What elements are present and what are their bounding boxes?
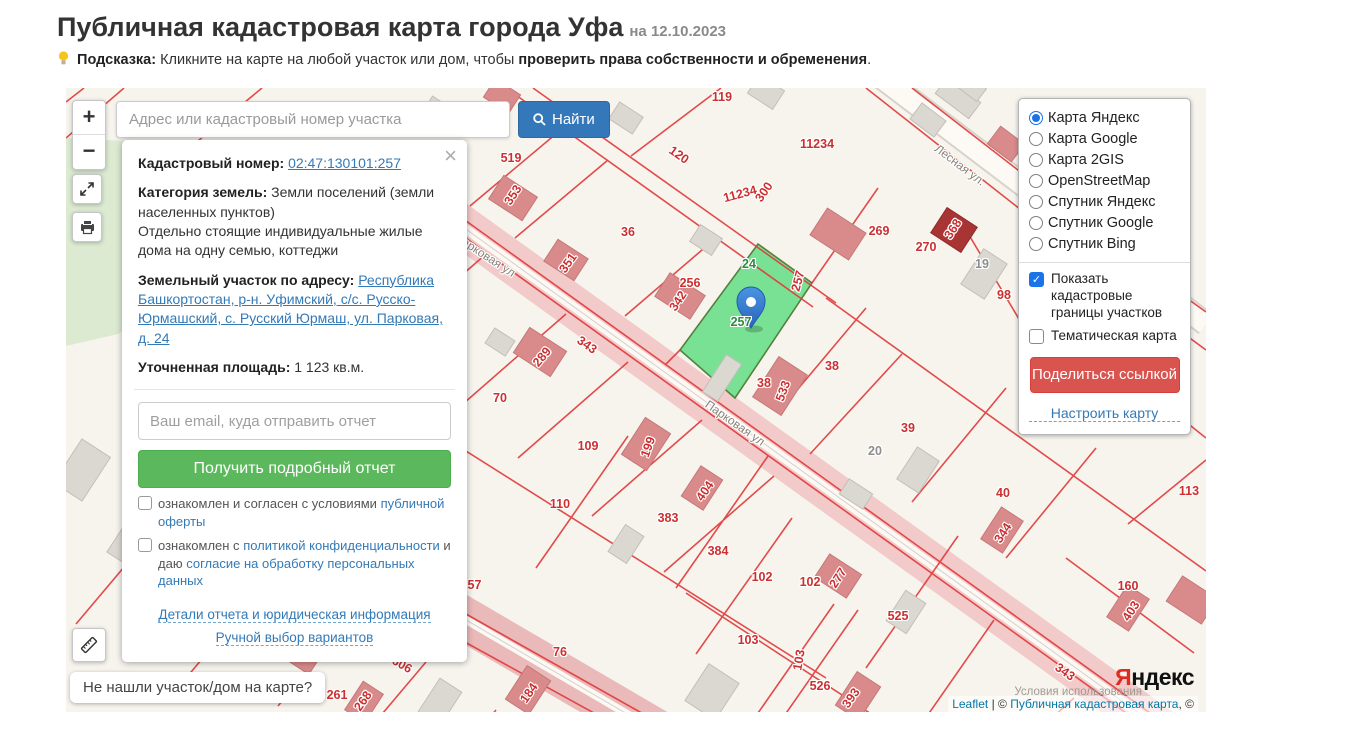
parcel-label: 256 (679, 276, 701, 290)
parcel-label: 110 (549, 497, 571, 511)
layer-option-3[interactable]: OpenStreetMap (1029, 171, 1180, 191)
hint-label: Подсказка: (77, 52, 157, 68)
print-button[interactable] (72, 212, 102, 242)
layers-panel: Карта Яндекс Карта Google Карта 2GIS OpenSt… (1018, 98, 1191, 435)
parcel-label: 102 (751, 570, 773, 584)
checkbox-icon[interactable] (1029, 328, 1044, 344)
parcel-label: 160 (1117, 579, 1139, 593)
zoom-out-button[interactable]: − (73, 135, 105, 169)
parcel-label: 24 (742, 257, 756, 271)
layer-option-4[interactable]: Спутник Яндекс (1029, 192, 1180, 212)
hint-text: Кликните на карте на любой участок или д… (156, 52, 519, 68)
radio-icon[interactable] (1029, 153, 1043, 167)
parcel-label: 11234 (799, 137, 835, 151)
parcel-label: 38 (825, 359, 839, 373)
area-row: Уточненная площадь: 1 123 кв.м. (138, 358, 365, 375)
overlay-checkbox-1[interactable]: Тематическая карта (1029, 328, 1180, 345)
parcel-label: 38 (757, 376, 771, 390)
ruler-icon (80, 636, 98, 654)
overlay-options: Показать кадастровые границы участков Тем… (1029, 271, 1180, 345)
privacy-agree-row: ознакомлен с политикой конфиденциальност… (138, 537, 451, 590)
parcel-label: 20 (868, 444, 882, 458)
search-button[interactable]: Найти (518, 101, 610, 138)
parcel-label: 526 (809, 679, 831, 693)
page-title-text: Публичная кадастровая карта города Уфа (57, 12, 624, 42)
checkbox-icon[interactable] (1029, 272, 1044, 287)
parcel-label: 109 (577, 439, 599, 453)
hint-line: Подсказка: Кликните на карте на любой уч… (58, 51, 871, 70)
layer-option-0[interactable]: Карта Яндекс (1029, 108, 1180, 128)
radio-icon[interactable] (1029, 111, 1043, 125)
hint-bold-text: проверить права собственности и обремене… (518, 52, 868, 68)
parcel-label: 113 (1178, 484, 1200, 498)
parcel-label: 103 (737, 633, 759, 647)
parcel-label: 261 (326, 688, 348, 702)
privacy-checkbox[interactable] (138, 538, 152, 553)
cadastral-number-row: Кадастровый номер: 02:47:130101:257 (138, 155, 401, 171)
map-attribution: Leaflet | © Публичная кадастровая карта,… (948, 696, 1198, 712)
parcel-label: 269 (868, 224, 890, 238)
layer-option-2[interactable]: Карта 2GIS (1029, 150, 1180, 170)
radio-icon[interactable] (1029, 216, 1043, 230)
fullscreen-button[interactable] (72, 174, 102, 204)
get-report-button[interactable]: Получить подробный отчет (138, 450, 451, 489)
parcel-label: 76 (553, 645, 567, 659)
manual-select-link[interactable]: Ручной выбор вариантов (215, 629, 374, 646)
search-input[interactable] (116, 101, 510, 138)
lightbulb-icon (58, 51, 69, 70)
land-category-row: Категория земель: Земли поселений (земли… (138, 184, 435, 259)
report-details-link[interactable]: Детали отчета и юридическая информация (158, 606, 431, 623)
parcel-label: 39 (901, 421, 915, 435)
layer-option-6[interactable]: Спутник Bing (1029, 234, 1180, 254)
leaflet-link[interactable]: Leaflet (952, 697, 988, 711)
parcel-label: 257 (730, 315, 752, 329)
email-field[interactable] (138, 402, 451, 441)
zoom-in-button[interactable]: + (73, 101, 105, 135)
parcel-label: 119 (711, 90, 733, 104)
parcel-label: 40 (996, 486, 1010, 500)
layer-option-1[interactable]: Карта Google (1029, 129, 1180, 149)
privacy-link[interactable]: политикой конфиденциальности (243, 538, 440, 553)
yandex-logo: Яндекс (1115, 664, 1194, 690)
page-title: Публичная кадастровая карта города Уфа на… (57, 12, 726, 43)
parcel-label: 270 (915, 240, 937, 254)
map-settings-link[interactable]: Настроить карту (1029, 405, 1180, 422)
layer-option-5[interactable]: Спутник Google (1029, 213, 1180, 233)
parcel-label: 70 (493, 391, 507, 405)
page-title-date: на 12.10.2023 (629, 23, 727, 40)
zoom-control: + − (72, 100, 106, 170)
pkk-link[interactable]: Публичная кадастровая карта (1010, 697, 1178, 711)
radio-icon[interactable] (1029, 237, 1043, 251)
measure-button[interactable] (72, 628, 106, 662)
parcel-label: 383 (657, 511, 679, 525)
search-icon (533, 113, 546, 126)
expand-icon (80, 182, 94, 196)
share-link-button[interactable]: Поделиться ссылкой (1029, 356, 1180, 393)
consent-link[interactable]: согласие на обработку персональных данны… (158, 556, 415, 589)
parcel-label: 519 (500, 151, 522, 165)
parcel-label: 19 (975, 257, 989, 271)
map-container[interactable]: 119 120 11234 519 353 36 11234 300 269 270 368 19 98… (66, 88, 1206, 712)
not-found-button[interactable]: Не нашли участок/дом на карте? (70, 672, 326, 703)
close-icon[interactable]: × (444, 145, 457, 167)
parcel-info-popup: × Кадастровый номер: 02:47:130101:257 Ка… (122, 140, 467, 662)
parcel-label: 36 (621, 225, 635, 239)
parcel-label: 98 (997, 288, 1011, 302)
parcel-label: 102 (799, 575, 821, 589)
parcel-label: 525 (887, 609, 909, 623)
offer-agree-row: ознакомлен и согласен с условиями публич… (138, 495, 451, 530)
offer-checkbox[interactable] (138, 496, 152, 511)
printer-icon (80, 220, 94, 235)
radio-icon[interactable] (1029, 195, 1043, 209)
radio-icon[interactable] (1029, 174, 1043, 188)
radio-icon[interactable] (1029, 132, 1043, 146)
cadastral-number-link[interactable]: 02:47:130101:257 (288, 155, 401, 171)
overlay-checkbox-0[interactable]: Показать кадастровые границы участков (1029, 271, 1180, 322)
base-layer-options: Карта Яндекс Карта Google Карта 2GIS OpenSt… (1029, 108, 1180, 254)
address-row: Земельный участок по адресу: Республика … (138, 271, 443, 346)
parcel-label: 384 (707, 544, 729, 558)
